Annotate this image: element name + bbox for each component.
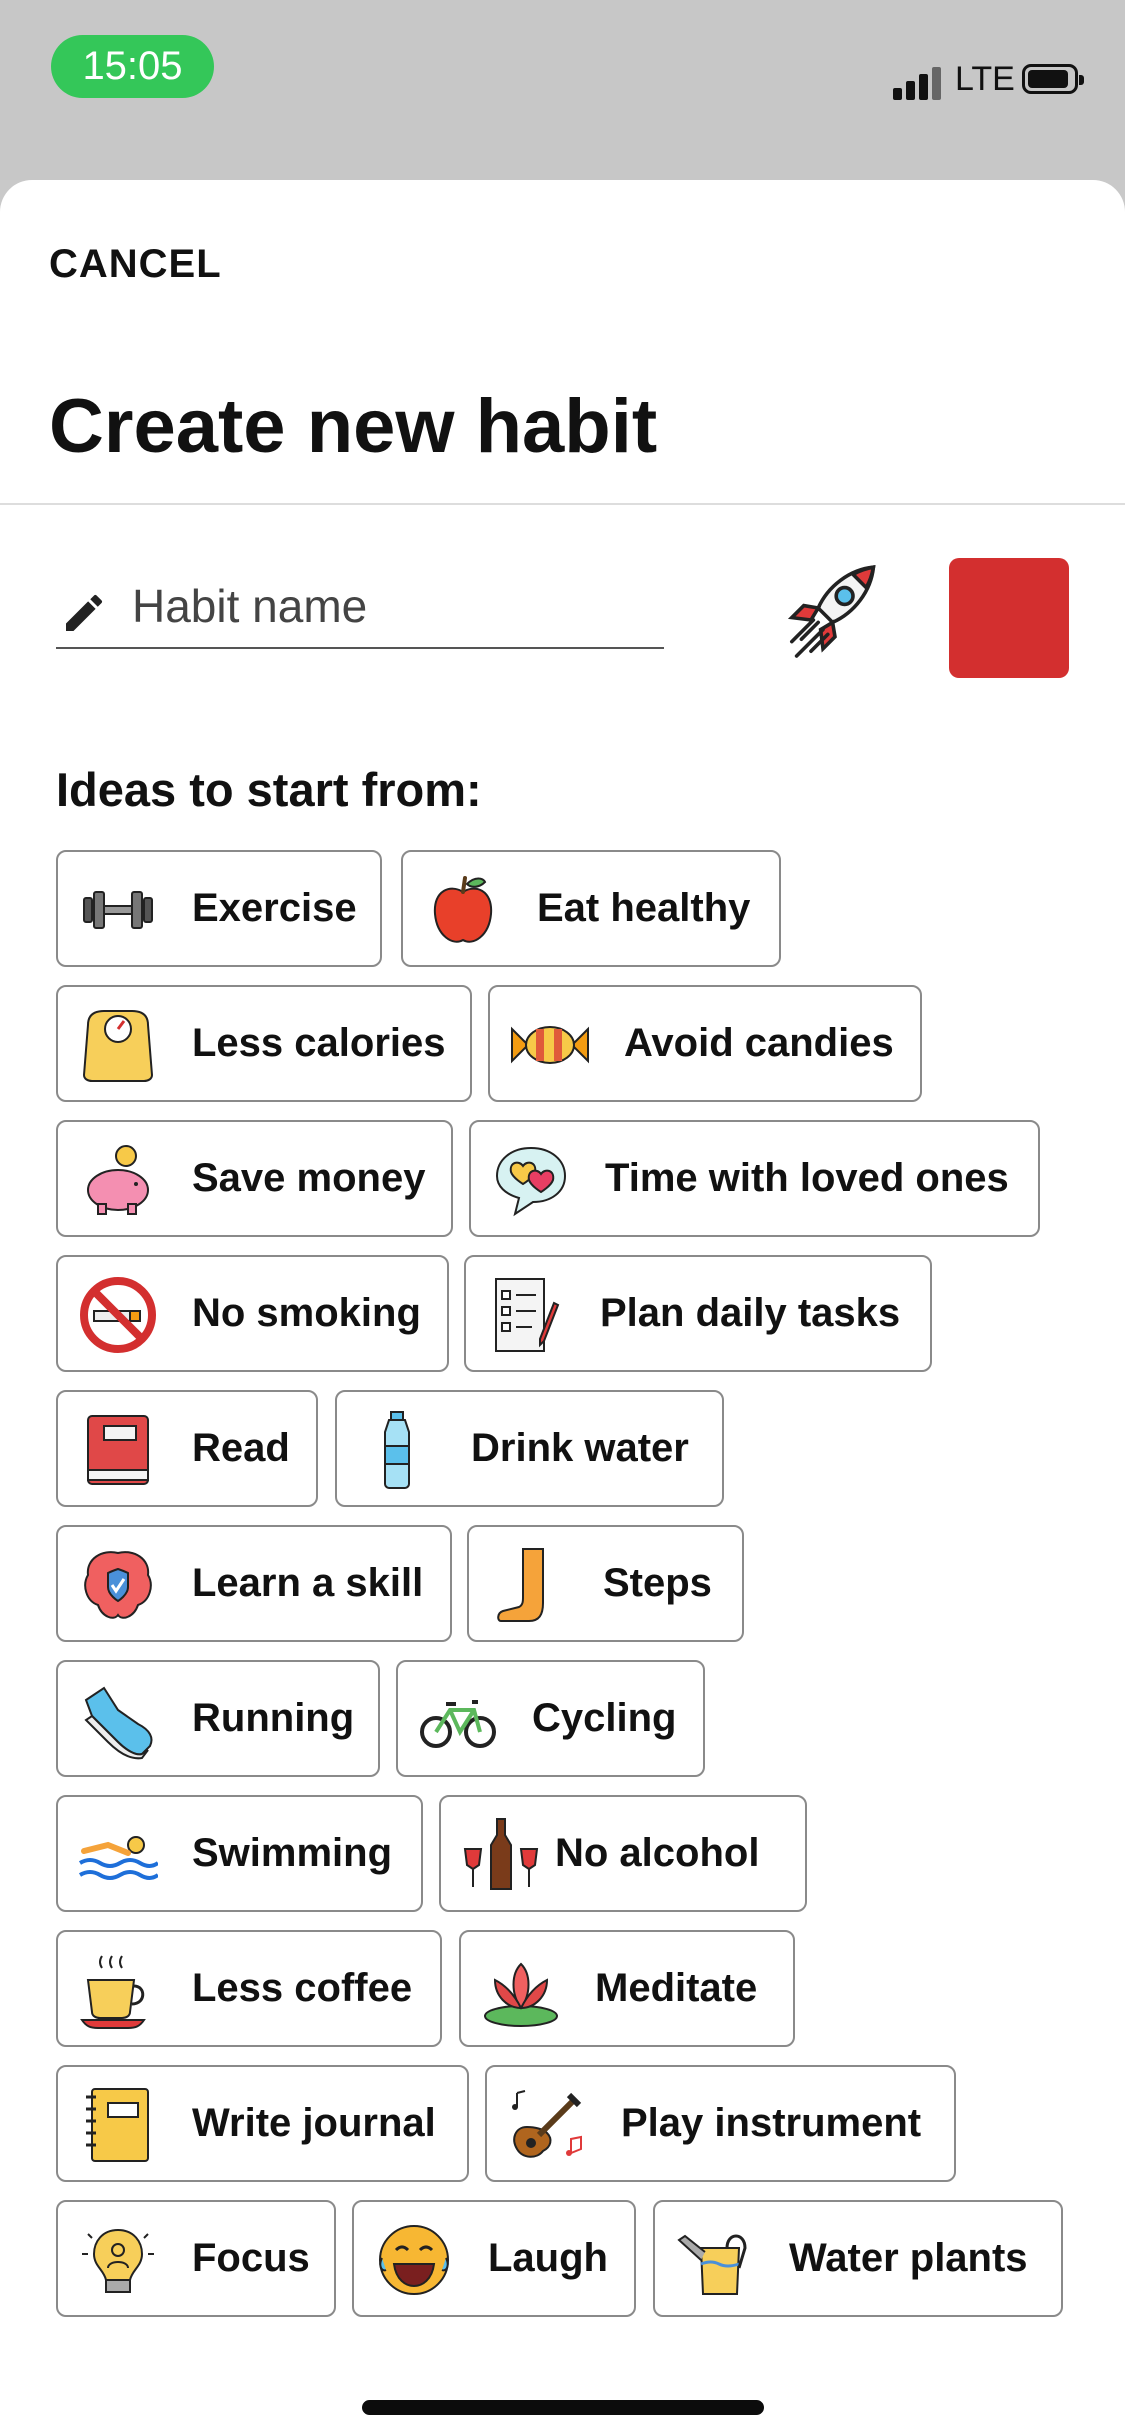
idea-chip-exercise[interactable]: Exercise: [56, 850, 382, 967]
idea-label: Swimming: [192, 1831, 393, 1875]
wine-icon: [463, 1818, 539, 1890]
idea-label: Cycling: [532, 1696, 677, 1740]
idea-chip-time-with-loved-ones[interactable]: Time with loved ones: [469, 1120, 1040, 1237]
signal-icon: [893, 66, 941, 100]
idea-label: Drink water: [471, 1426, 689, 1470]
idea-label: Play instrument: [621, 2101, 922, 2145]
guitar-icon: [512, 2090, 582, 2158]
idea-chip-no-smoking[interactable]: No smoking: [56, 1255, 449, 1372]
checklist-icon: [495, 1278, 560, 1352]
habit-name-field[interactable]: [56, 575, 664, 649]
ideas-heading: Ideas to start from:: [56, 763, 482, 816]
foot-icon: [497, 1548, 544, 1622]
sneaker-icon: [84, 1686, 153, 1760]
idea-label: Water plants: [789, 2236, 1028, 2280]
idea-chip-meditate[interactable]: Meditate: [459, 1930, 795, 2047]
idea-label: Exercise: [192, 886, 357, 930]
idea-label: Running: [192, 1696, 355, 1740]
journal-icon: [86, 2088, 149, 2162]
home-indicator[interactable]: [362, 2400, 764, 2415]
idea-label: Laugh: [488, 2236, 608, 2280]
idea-label: No smoking: [192, 1291, 421, 1335]
idea-label: Less calories: [192, 1021, 446, 1065]
network-label: LTE: [955, 60, 1015, 98]
idea-chip-save-money[interactable]: Save money: [56, 1120, 453, 1237]
candy-icon: [511, 1026, 589, 1064]
watering-can-icon: [677, 2234, 747, 2295]
idea-chip-avoid-candies[interactable]: Avoid candies: [488, 985, 922, 1102]
swimmer-icon: [78, 1836, 158, 1880]
idea-chip-eat-healthy[interactable]: Eat healthy: [401, 850, 781, 967]
idea-chip-steps[interactable]: Steps: [467, 1525, 744, 1642]
idea-chip-water-plants[interactable]: Water plants: [653, 2200, 1063, 2317]
idea-label: Steps: [603, 1561, 712, 1605]
idea-label: Focus: [192, 2236, 310, 2280]
hearts-bubble-icon: [495, 1146, 567, 1217]
brain-icon: [84, 1551, 152, 1619]
idea-label: Learn a skill: [192, 1561, 424, 1605]
idea-chip-less-calories[interactable]: Less calories: [56, 985, 472, 1102]
idea-chip-play-instrument[interactable]: Play instrument: [485, 2065, 956, 2182]
scale-icon: [82, 1010, 154, 1082]
laughing-face-icon: [379, 2225, 449, 2295]
idea-chip-read[interactable]: Read: [56, 1390, 318, 1507]
piggy-bank-icon: [87, 1145, 149, 1215]
lotus-icon: [484, 1962, 558, 2027]
dumbbell-icon: [83, 891, 153, 929]
lightbulb-icon: [82, 2228, 154, 2293]
page-title: Create new habit: [49, 384, 658, 469]
idea-chip-learn-a-skill[interactable]: Learn a skill: [56, 1525, 452, 1642]
idea-chip-less-coffee[interactable]: Less coffee: [56, 1930, 442, 2047]
idea-chip-no-alcohol[interactable]: No alcohol: [439, 1795, 807, 1912]
bicycle-icon: [420, 1700, 496, 1748]
idea-label: Meditate: [595, 1966, 758, 2010]
idea-label: Eat healthy: [537, 886, 751, 930]
idea-chip-plan-daily-tasks[interactable]: Plan daily tasks: [464, 1255, 932, 1372]
color-swatch[interactable]: [949, 558, 1069, 678]
battery-icon: [1022, 64, 1084, 94]
idea-label: No alcohol: [555, 1831, 760, 1875]
idea-chip-cycling[interactable]: Cycling: [396, 1660, 705, 1777]
idea-label: Plan daily tasks: [600, 1291, 901, 1335]
idea-label: Less coffee: [192, 1966, 413, 2010]
idea-label: Read: [192, 1426, 290, 1470]
create-habit-sheet: CANCEL Create new habit Ideas to start f…: [0, 180, 1125, 2436]
book-icon: [87, 1415, 149, 1485]
coffee-cup-icon: [80, 1955, 146, 2029]
idea-chip-focus[interactable]: Focus: [56, 2200, 336, 2317]
divider: [0, 503, 1125, 505]
status-bar: 15:05 LTE: [0, 0, 1125, 180]
idea-label: Time with loved ones: [605, 1156, 1009, 1200]
idea-chip-laugh[interactable]: Laugh: [352, 2200, 636, 2317]
idea-chip-write-journal[interactable]: Write journal: [56, 2065, 469, 2182]
idea-label: Avoid candies: [624, 1021, 894, 1065]
idea-chip-swimming[interactable]: Swimming: [56, 1795, 423, 1912]
idea-label: Save money: [192, 1156, 426, 1200]
water-bottle-icon: [384, 1411, 410, 1489]
habit-name-input[interactable]: [132, 575, 652, 637]
apple-icon: [433, 876, 493, 943]
idea-label: Write journal: [192, 2101, 436, 2145]
pencil-icon: [66, 594, 103, 631]
cancel-button[interactable]: CANCEL: [49, 242, 222, 287]
status-time: 15:05: [51, 35, 214, 98]
idea-chip-drink-water[interactable]: Drink water: [335, 1390, 724, 1507]
no-smoking-icon: [80, 1277, 156, 1353]
idea-chip-running[interactable]: Running: [56, 1660, 380, 1777]
rocket-icon[interactable]: [775, 560, 895, 680]
